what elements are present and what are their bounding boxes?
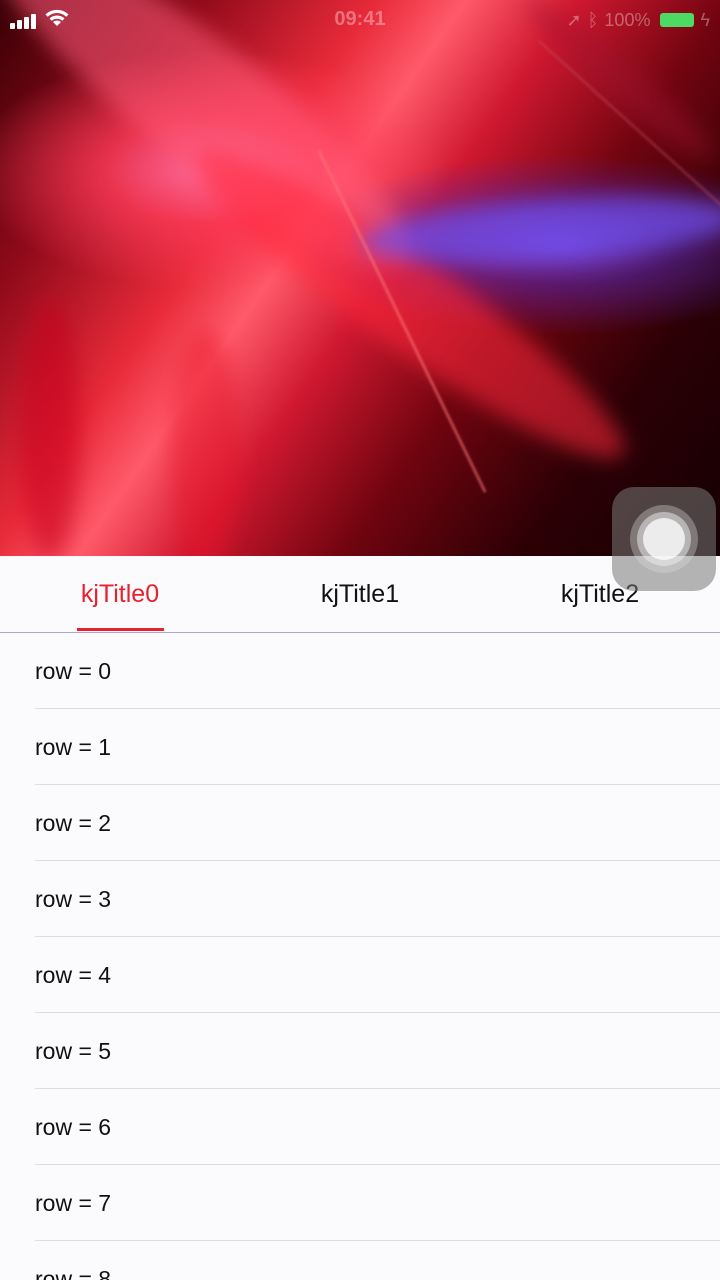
table-list: row = 0 row = 1 row = 2 row = 3 row = 4 … (0, 633, 720, 1280)
battery-icon (660, 13, 695, 27)
row-label: row = 7 (35, 1190, 112, 1216)
row-label: row = 2 (35, 810, 112, 836)
charging-icon: ϟ (700, 9, 710, 30)
bluetooth-icon: ᛒ (587, 9, 599, 30)
row-label: row = 3 (35, 886, 112, 912)
table-row[interactable]: row = 3 (0, 861, 720, 937)
app-screen: 09:41 ➚ ᛒ 100% ϟ kjTitle0 kjTitle1 kjTit… (0, 0, 720, 1280)
table-row[interactable]: row = 0 (0, 633, 720, 709)
table-row[interactable]: row = 5 (0, 1013, 720, 1089)
row-label: row = 4 (35, 962, 112, 988)
tab-indicator (77, 628, 164, 631)
table-row[interactable]: row = 8 (0, 1241, 720, 1280)
header-image (0, 0, 720, 556)
assistive-touch-icon[interactable] (612, 487, 716, 591)
battery-percentage: 100% (604, 9, 651, 30)
table-row[interactable]: row = 7 (0, 1165, 720, 1241)
row-label: row = 8 (35, 1266, 112, 1280)
row-label: row = 6 (35, 1114, 112, 1140)
table-row[interactable]: row = 6 (0, 1089, 720, 1165)
tab-kjtitle1[interactable]: kjTitle1 (240, 556, 480, 632)
row-label: row = 5 (35, 1038, 112, 1064)
row-label: row = 1 (35, 734, 112, 760)
row-label: row = 0 (35, 658, 112, 684)
location-icon: ➚ (566, 9, 582, 30)
table-row[interactable]: row = 1 (0, 709, 720, 785)
status-right-group: ➚ ᛒ 100% ϟ (567, 8, 710, 32)
tab-kjtitle0[interactable]: kjTitle0 (0, 556, 240, 632)
table-row[interactable]: row = 2 (0, 785, 720, 861)
status-bar: 09:41 ➚ ᛒ 100% ϟ (0, 0, 720, 40)
table-row[interactable]: row = 4 (0, 937, 720, 1013)
